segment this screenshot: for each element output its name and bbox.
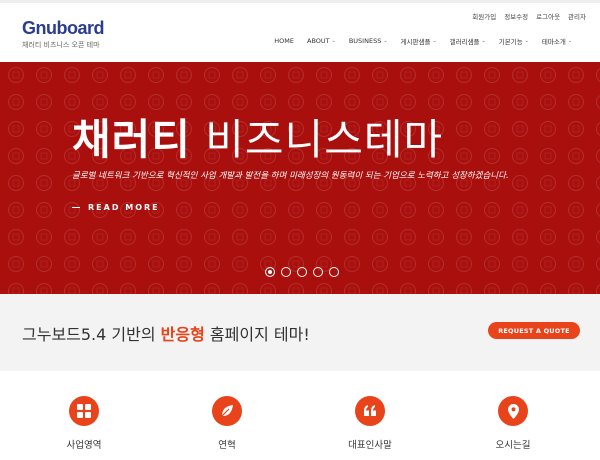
quote-icon <box>355 396 385 426</box>
util-link-edit-profile[interactable]: 정보수정 <box>504 11 528 21</box>
cta-band: 그누보드5.4 기반의 반응형 홈페이지 테마! REQUEST A QUOTE <box>0 294 600 371</box>
slider-pagination <box>265 267 339 277</box>
hero-title-light: 비즈니스테마 <box>205 115 444 164</box>
grid-icon <box>69 396 99 426</box>
site-logo[interactable]: Gnuboard <box>22 18 105 39</box>
nav-item-board-sample[interactable]: 게시판샘플 ⌄ <box>401 36 437 46</box>
hero-description: 글로벌 네트워크 기반으로 혁신적인 사업 개발과 발전을 하며 미래성장의 원… <box>72 171 509 181</box>
feature-ceo-greeting[interactable]: 대표인사말 <box>310 396 430 460</box>
hero-title: 채러티 비즈니스테마 <box>72 106 443 167</box>
cta-text-highlight: 반응형 <box>160 325 205 344</box>
nav-item-label: 테마소개 <box>541 38 566 46</box>
chevron-down-icon: ⌄ <box>567 38 572 44</box>
nav-item-business[interactable]: BUSINESS ⌄ <box>349 36 388 46</box>
chevron-down-icon: ⌄ <box>331 38 336 44</box>
chevron-down-icon: ⌄ <box>432 38 437 44</box>
feature-directions[interactable]: 오시는길 <box>453 396 573 460</box>
nav-item-label: BUSINESS <box>348 37 382 45</box>
request-quote-button[interactable]: REQUEST A QUOTE <box>488 322 580 339</box>
feature-label: 사업영역 <box>66 440 102 451</box>
features-section: 사업영역 연혁 대표인사말 오시는길 <box>0 371 600 460</box>
read-more-link[interactable]: READ MORE <box>72 203 160 212</box>
feature-history[interactable]: 연혁 <box>167 396 287 460</box>
feature-label: 연혁 <box>218 440 236 451</box>
nav-item-label: 갤러리샘플 <box>449 38 480 46</box>
nav-item-label: 기본기능 <box>498 38 523 46</box>
nav-item-basic-features[interactable]: 기본기능 ⌄ <box>499 36 529 46</box>
nav-item-label: 게시판샘플 <box>400 38 431 46</box>
cta-text-after: 홈페이지 테마! <box>204 325 310 344</box>
slider-dot-3[interactable] <box>297 267 307 277</box>
chevron-down-icon: ⌄ <box>383 38 388 44</box>
util-link-signup[interactable]: 회원가입 <box>472 11 496 21</box>
leaf-icon <box>212 396 242 426</box>
feature-label: 대표인사말 <box>348 440 392 451</box>
cta-text-before: 그누보드5.4 기반의 <box>22 325 161 344</box>
nav-item-about[interactable]: ABOUT ⌄ <box>307 36 336 46</box>
cta-headline: 그누보드5.4 기반의 반응형 홈페이지 테마! <box>22 321 310 345</box>
site-header: Gnuboard 채러티 비즈니스 오픈 테마 회원가입 정보수정 로그아웃 관… <box>0 0 600 62</box>
main-nav: HOME ABOUT ⌄ BUSINESS ⌄ 게시판샘플 ⌄ 갤러리샘플 ⌄ 기본기능… <box>274 36 572 46</box>
site-tagline: 채러티 비즈니스 오픈 테마 <box>22 41 100 49</box>
chevron-down-icon: ⌄ <box>524 38 529 44</box>
nav-item-label: ABOUT <box>307 37 330 45</box>
nav-item-home[interactable]: HOME <box>274 36 294 46</box>
hero-title-bold: 채러티 <box>72 115 191 164</box>
util-link-admin[interactable]: 관리자 <box>568 11 586 21</box>
feature-label: 오시는길 <box>495 440 531 451</box>
hero-slider: 채러티 비즈니스테마 글로벌 네트워크 기반으로 혁신적인 사업 개발과 발전을… <box>0 62 600 294</box>
util-link-logout[interactable]: 로그아웃 <box>536 11 560 21</box>
feature-business-area[interactable]: 사업영역 <box>24 396 144 460</box>
dash-icon <box>72 206 80 209</box>
slider-dot-2[interactable] <box>281 267 291 277</box>
nav-item-theme-intro[interactable]: 테마소개 ⌄ <box>542 36 572 46</box>
slider-dot-5[interactable] <box>329 267 339 277</box>
map-pin-icon <box>498 396 528 426</box>
nav-item-gallery-sample[interactable]: 갤러리샘플 ⌄ <box>450 36 486 46</box>
nav-item-label: HOME <box>274 37 294 45</box>
read-more-label: READ MORE <box>88 203 160 212</box>
chevron-down-icon: ⌄ <box>481 38 486 44</box>
utility-links: 회원가입 정보수정 로그아웃 관리자 <box>472 11 586 21</box>
slider-dot-4[interactable] <box>313 267 323 277</box>
slider-dot-1[interactable] <box>265 267 275 277</box>
